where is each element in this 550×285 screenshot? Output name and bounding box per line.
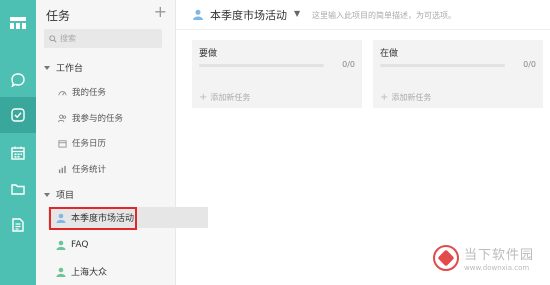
project-label: 上海大众 <box>71 268 108 278</box>
add-task-label: 添加新任务 <box>391 93 432 102</box>
column-title: 要做 <box>199 49 218 59</box>
plus-icon: + <box>380 92 389 103</box>
project-item-faq[interactable]: FAQ <box>48 234 208 255</box>
watermark-name: 当下软件园 <box>464 248 535 263</box>
column-progress-bar <box>199 64 324 67</box>
dashboard-icon <box>58 90 67 95</box>
watermark: 当下软件园 www.downxia.com <box>433 244 534 272</box>
add-task-label: 添加新任务 <box>210 93 251 102</box>
column-title: 在做 <box>380 49 399 59</box>
plus-icon: + <box>199 92 208 103</box>
chat-bubble-icon <box>11 73 25 88</box>
header-divider <box>176 29 550 30</box>
search-input[interactable] <box>60 34 155 43</box>
project-label: FAQ <box>71 239 89 250</box>
column-progress-bar <box>380 64 505 67</box>
document-button[interactable] <box>0 207 36 243</box>
search-icon <box>49 34 57 43</box>
projects-group[interactable]: 项目 <box>44 188 74 201</box>
task-check-icon <box>11 108 25 122</box>
folder-icon <box>11 184 25 195</box>
search-box[interactable] <box>44 29 162 48</box>
highlight-box <box>49 207 137 230</box>
chevron-down-icon[interactable]: ▼ <box>294 9 300 18</box>
nav-my-tasks[interactable]: 我的任务 <box>58 86 106 98</box>
people-icon <box>58 114 67 122</box>
project-item-shanghai-vw[interactable]: 上海大众 <box>48 261 208 282</box>
task-sidebar: 任务 + 工作台 我的任务 我参与的任务 任务日历 任务统计 项目 本季度市场活… <box>36 0 208 285</box>
chat-button[interactable] <box>0 62 36 98</box>
collapse-triangle-icon <box>44 192 50 197</box>
workbench-group[interactable]: 工作台 <box>44 61 83 74</box>
grid-menu-icon <box>10 17 26 29</box>
add-task-button[interactable]: + 添加新任务 <box>380 92 431 103</box>
person-icon <box>56 240 66 250</box>
add-button[interactable]: + <box>154 3 167 21</box>
calendar-button[interactable] <box>0 135 36 171</box>
column-count: 0/0 <box>342 60 355 69</box>
board-column-doing: 在做 0/0 + 添加新任务 <box>373 40 543 108</box>
calendar-small-icon <box>58 139 67 148</box>
board-column-todo: 要做 0/0 + 添加新任务 <box>192 40 362 108</box>
watermark-logo-icon <box>433 245 459 271</box>
person-icon <box>193 9 203 20</box>
folder-button[interactable] <box>0 171 36 207</box>
project-title[interactable]: 本季度市场活动 <box>210 7 287 23</box>
grid-menu-button[interactable] <box>0 5 36 41</box>
nav-participated-tasks[interactable]: 我参与的任务 <box>58 112 123 124</box>
watermark-url: www.downxia.com <box>464 264 530 272</box>
nav-task-calendar[interactable]: 任务日历 <box>58 137 106 149</box>
person-icon <box>56 267 66 277</box>
nav-label: 我参与的任务 <box>72 114 124 124</box>
document-icon <box>12 218 24 232</box>
sidebar-title: 任务 <box>46 9 71 23</box>
nav-label: 任务统计 <box>72 165 107 175</box>
nav-label: 任务日历 <box>72 139 107 149</box>
column-count: 0/0 <box>523 60 536 69</box>
nav-label: 我的任务 <box>72 88 107 98</box>
project-description[interactable]: 这里输入此项目的简单描述，为可选项。 <box>312 10 456 21</box>
add-task-button[interactable]: + 添加新任务 <box>199 92 250 103</box>
calendar-icon <box>11 146 25 160</box>
collapse-triangle-icon <box>44 65 50 70</box>
workbench-label: 工作台 <box>56 64 84 74</box>
projects-label: 项目 <box>56 191 75 201</box>
bar-chart-icon <box>58 165 66 173</box>
nav-task-stats[interactable]: 任务统计 <box>58 163 106 175</box>
icon-rail <box>0 0 36 285</box>
task-button[interactable] <box>0 97 36 133</box>
